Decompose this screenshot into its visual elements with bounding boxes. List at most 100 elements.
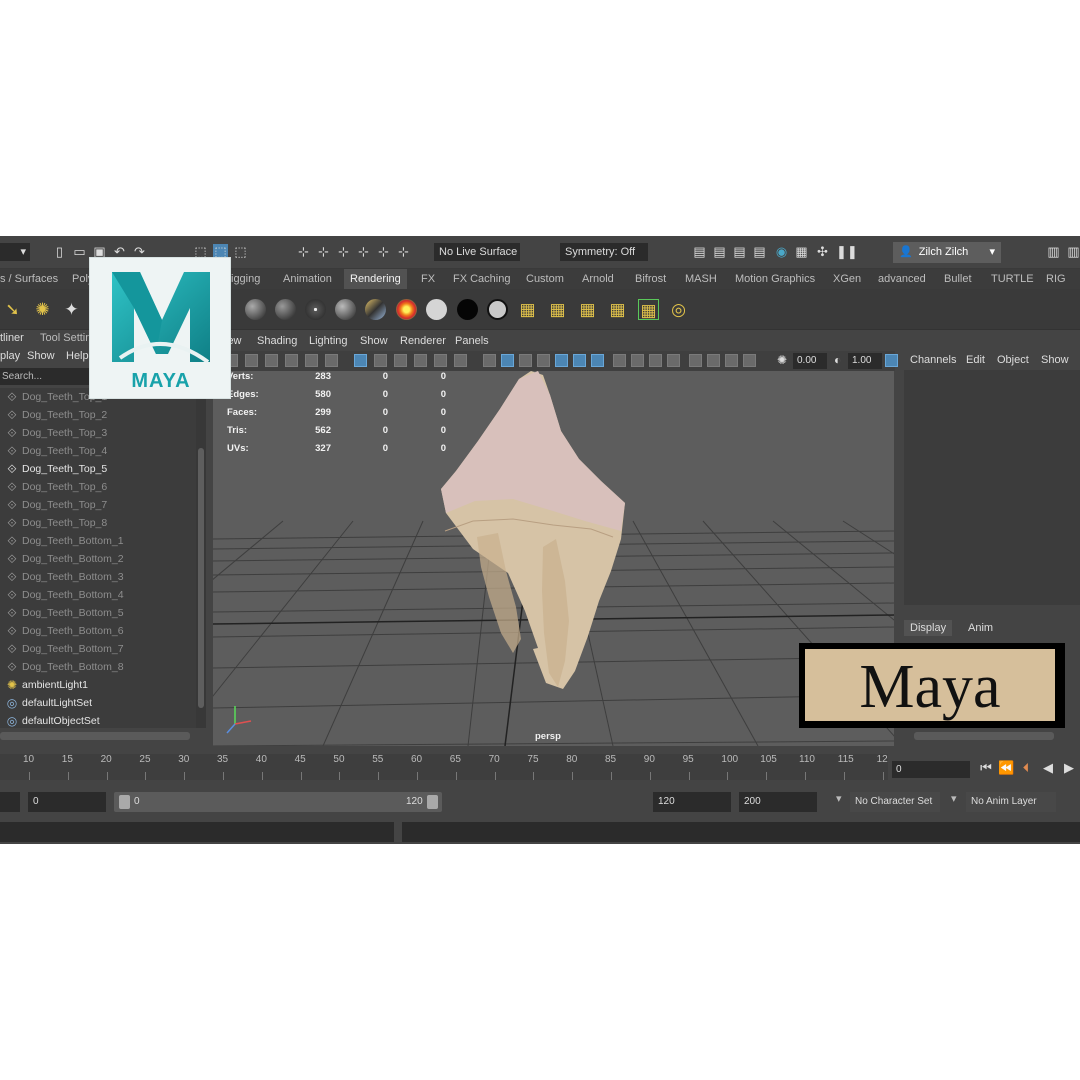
menu-display[interactable]: play xyxy=(0,350,20,362)
area-light-icon[interactable]: ➘ xyxy=(2,299,23,320)
user-account-button[interactable]: 👤 Zilch Zilch ▾ xyxy=(893,242,1001,263)
scrollbar-thumb[interactable] xyxy=(198,448,204,708)
snap-view-plane-icon[interactable]: ⊹ xyxy=(376,244,391,259)
safe-action-icon[interactable] xyxy=(454,354,467,367)
hypershade-icon[interactable]: ◉ xyxy=(774,244,789,259)
snap-projected-icon[interactable]: ⊹ xyxy=(356,244,371,259)
phong-shader-icon[interactable] xyxy=(305,299,326,320)
range-start-handle[interactable] xyxy=(119,795,130,809)
animation-start-field[interactable] xyxy=(0,792,20,812)
use-all-lights-icon[interactable] xyxy=(573,354,586,367)
tab-anim[interactable]: Anim xyxy=(962,620,999,636)
gamma-field[interactable]: 1.00 xyxy=(848,353,882,369)
shelf-tab-rig[interactable]: RIG xyxy=(1046,269,1066,289)
wireframe-on-shaded-icon[interactable] xyxy=(519,354,532,367)
render-layer-icon[interactable]: ▦ xyxy=(577,299,598,320)
wireframe-icon[interactable] xyxy=(483,354,496,367)
select-component-icon[interactable]: ⬚ xyxy=(233,244,248,259)
shelf-tab-fx-caching[interactable]: FX Caching xyxy=(453,269,510,289)
list-item[interactable]: Dog_Teeth_Top_3 xyxy=(22,424,107,442)
playback-start-field[interactable]: 0 xyxy=(28,792,106,812)
range-end-handle[interactable] xyxy=(427,795,438,809)
render-setup-shelf-icon[interactable]: ▦ xyxy=(638,299,659,320)
lookdev-icon[interactable]: ◎ xyxy=(668,299,689,320)
current-frame-field[interactable]: 0 xyxy=(892,761,970,778)
bookmark-icon[interactable] xyxy=(265,354,278,367)
make-live-icon[interactable]: ⊹ xyxy=(396,244,411,259)
shelf-tab-custom[interactable]: Custom xyxy=(526,269,564,289)
menu-panels[interactable]: Panels xyxy=(455,335,489,347)
outliner-h-scrollbar[interactable] xyxy=(0,732,190,740)
field-chart-icon[interactable] xyxy=(434,354,447,367)
shelf-tab-motion-graphics[interactable]: Motion Graphics xyxy=(735,269,815,289)
point-light-icon[interactable]: ✺ xyxy=(32,299,53,320)
snap-grid-icon[interactable]: ⊹ xyxy=(296,244,311,259)
list-item[interactable]: Dog_Teeth_Bottom_4 xyxy=(22,586,124,604)
render-icon[interactable]: ▦ xyxy=(517,299,538,320)
list-item[interactable]: Dog_Teeth_Top_2 xyxy=(22,406,107,424)
spot-light-icon[interactable]: ✦ xyxy=(61,299,82,320)
anim-layer-field[interactable]: No Anim Layer xyxy=(966,792,1056,812)
render-region-icon[interactable]: ▦ xyxy=(607,299,628,320)
xray-joints-icon[interactable] xyxy=(725,354,738,367)
shelf-tab-surfaces[interactable]: s / Surfaces xyxy=(0,269,58,289)
matte-shader-icon[interactable] xyxy=(487,299,508,320)
default-material-icon[interactable] xyxy=(537,354,550,367)
range-slider[interactable]: 0 120 xyxy=(114,792,442,812)
shelf-tab-arnold[interactable]: Arnold xyxy=(582,269,614,289)
light-editor-icon[interactable]: ✣ xyxy=(815,244,830,259)
ramp-shader-icon[interactable] xyxy=(396,299,417,320)
list-item[interactable]: Dog_Teeth_Bottom_2 xyxy=(22,550,124,568)
lambert-shader-icon[interactable] xyxy=(245,299,266,320)
black-shader-icon[interactable] xyxy=(457,299,478,320)
shelf-tab-animation[interactable]: Animation xyxy=(283,269,332,289)
list-item[interactable]: Dog_Teeth_Top_7 xyxy=(22,496,107,514)
stripes-shader-icon[interactable] xyxy=(365,299,386,320)
exposure-field[interactable]: 0.00 xyxy=(793,353,827,369)
workspace-icon[interactable]: ▥ xyxy=(1046,244,1061,259)
list-item[interactable]: Dog_Teeth_Top_8 xyxy=(22,514,107,532)
menu-object[interactable]: Object xyxy=(997,354,1029,366)
ipr-render-icon[interactable]: ▤ xyxy=(732,244,747,259)
new-scene-icon[interactable]: ▯ xyxy=(52,244,67,259)
list-item[interactable]: Dog_Teeth_Bottom_5 xyxy=(22,604,124,622)
pause-viewport-icon[interactable]: ❚❚ xyxy=(836,244,858,259)
time-slider-track[interactable]: 10 15 20 25 30 35 40 45 50 55 60 65 70 75 80 85 90 95 100 1… xyxy=(0,754,888,780)
screen-space-ao-icon[interactable] xyxy=(613,354,626,367)
playback-end-field[interactable]: 120 xyxy=(653,792,731,812)
chevron-down-icon[interactable]: ▾ xyxy=(836,792,842,805)
shadows-icon[interactable] xyxy=(591,354,604,367)
list-item[interactable]: ambientLight1 xyxy=(22,676,88,694)
list-item[interactable]: Dog_Teeth_Bottom_3 xyxy=(22,568,124,586)
chevron-down-icon[interactable]: ▾ xyxy=(951,792,957,805)
menu-show[interactable]: Show xyxy=(27,350,55,362)
motion-blur-icon[interactable] xyxy=(631,354,644,367)
live-surface-field[interactable]: No Live Surface xyxy=(434,243,520,261)
shelf-tab-advanced[interactable]: advanced xyxy=(878,269,926,289)
batch-render-icon[interactable]: ▦ xyxy=(547,299,568,320)
symmetry-field[interactable]: Symmetry: Off xyxy=(560,243,648,261)
render-view-icon[interactable]: ▤ xyxy=(692,244,707,259)
menu-channels[interactable]: Channels xyxy=(910,354,956,366)
play-backwards-icon[interactable]: ◀ xyxy=(1040,759,1056,777)
menu-show[interactable]: Show xyxy=(1041,354,1069,366)
isolate-select-icon[interactable] xyxy=(689,354,702,367)
snap-curve-icon[interactable]: ⊹ xyxy=(316,244,331,259)
surface-shader-icon[interactable] xyxy=(335,299,356,320)
render-setup-icon[interactable]: ▦ xyxy=(794,244,809,259)
list-item[interactable]: Dog_Teeth_Top_4 xyxy=(22,442,107,460)
list-item[interactable]: Dog_Teeth_Bottom_8 xyxy=(22,658,124,676)
list-item[interactable]: Dog_Teeth_Bottom_6 xyxy=(22,622,124,640)
shelf-tab-rendering[interactable]: Rendering xyxy=(344,269,407,289)
shelf-tab-bifrost[interactable]: Bifrost xyxy=(635,269,666,289)
sidebar-toggle-icon[interactable]: ▥ xyxy=(1066,244,1080,259)
play-forwards-icon[interactable]: ▶ xyxy=(1061,759,1077,777)
tab-outliner[interactable]: tliner xyxy=(0,332,24,344)
smooth-shade-icon[interactable] xyxy=(501,354,514,367)
anti-aliasing-icon[interactable] xyxy=(649,354,662,367)
menu-shading[interactable]: Shading xyxy=(257,335,297,347)
list-item[interactable]: defaultObjectSet xyxy=(22,712,100,730)
menu-show[interactable]: Show xyxy=(360,335,388,347)
menuset-dropdown[interactable]: ▾ xyxy=(0,243,30,261)
render-settings-icon[interactable]: ▤ xyxy=(752,244,767,259)
